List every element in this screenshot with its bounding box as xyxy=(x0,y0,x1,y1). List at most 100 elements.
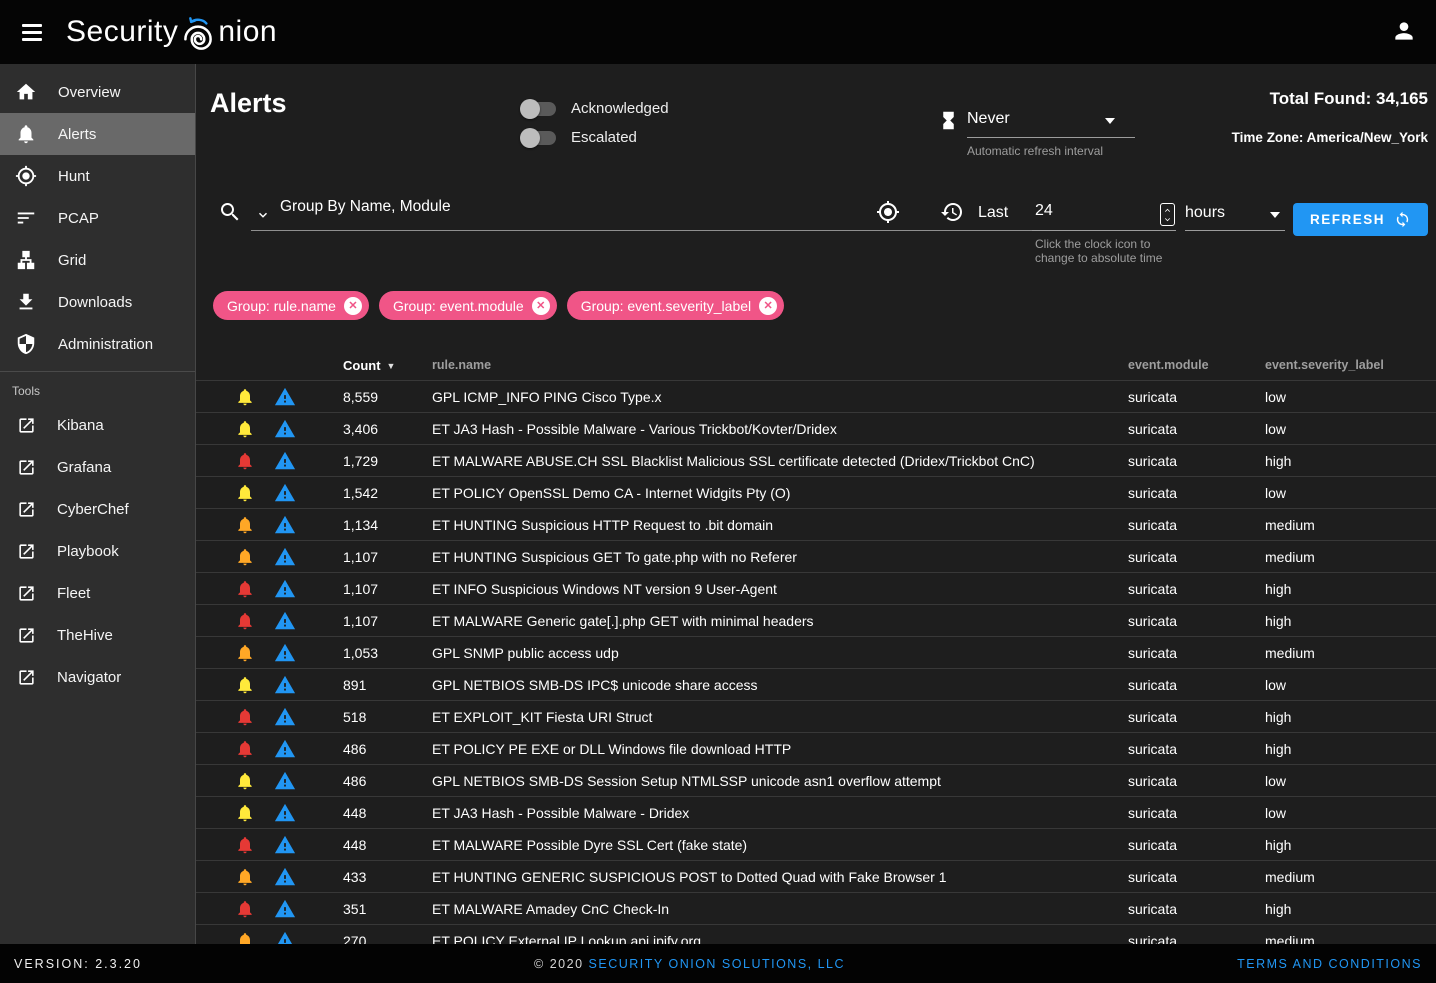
rule-name-cell[interactable]: ET POLICY OpenSSL Demo CA - Internet Wid… xyxy=(432,485,1128,501)
event-module-cell[interactable]: suricata xyxy=(1128,933,1265,945)
alert-bell-icon[interactable] xyxy=(235,899,255,919)
event-module-cell[interactable]: suricata xyxy=(1128,613,1265,629)
rule-name-cell[interactable]: ET HUNTING Suspicious HTTP Request to .b… xyxy=(432,517,1128,533)
event-module-cell[interactable]: suricata xyxy=(1128,581,1265,597)
table-row[interactable]: 448 ET MALWARE Possible Dyre SSL Cert (f… xyxy=(196,828,1436,860)
rule-name-cell[interactable]: ET MALWARE Amadey CnC Check-In xyxy=(432,901,1128,917)
count-cell[interactable]: 486 xyxy=(343,741,432,757)
table-row[interactable]: 486 ET POLICY PE EXE or DLL Windows file… xyxy=(196,732,1436,764)
warning-triangle-icon[interactable] xyxy=(274,802,296,824)
group-by-chip[interactable]: Group: event.severity_label ✕ xyxy=(567,291,784,320)
rule-name-cell[interactable]: ET MALWARE ABUSE.CH SSL Blacklist Malici… xyxy=(432,453,1128,469)
count-cell[interactable]: 8,559 xyxy=(343,389,432,405)
severity-cell[interactable]: low xyxy=(1265,677,1428,693)
alert-bell-icon[interactable] xyxy=(235,515,255,535)
rule-name-cell[interactable]: GPL NETBIOS SMB-DS IPC$ unicode share ac… xyxy=(432,677,1128,693)
event-module-cell[interactable]: suricata xyxy=(1128,741,1265,757)
rule-name-cell[interactable]: ET POLICY External IP Lookup api.ipify.o… xyxy=(432,933,1128,945)
sidebar-item-alerts[interactable]: Alerts xyxy=(0,113,195,155)
severity-cell[interactable]: medium xyxy=(1265,517,1428,533)
severity-cell[interactable]: low xyxy=(1265,389,1428,405)
column-header-count[interactable]: Count▼ xyxy=(343,358,432,373)
warning-triangle-icon[interactable] xyxy=(274,482,296,504)
user-account-icon[interactable] xyxy=(1386,14,1422,50)
count-cell[interactable]: 486 xyxy=(343,773,432,789)
table-row[interactable]: 433 ET HUNTING GENERIC SUSPICIOUS POST t… xyxy=(196,860,1436,892)
count-cell[interactable]: 1,542 xyxy=(343,485,432,501)
event-module-cell[interactable]: suricata xyxy=(1128,805,1265,821)
warning-triangle-icon[interactable] xyxy=(274,386,296,408)
column-header-event-module[interactable]: event.module xyxy=(1128,358,1265,372)
time-unit-select[interactable]: hours xyxy=(1185,204,1225,222)
warning-triangle-icon[interactable] xyxy=(274,738,296,760)
severity-cell[interactable]: medium xyxy=(1265,549,1428,565)
alert-bell-icon[interactable] xyxy=(235,931,255,945)
sidebar-tool-cyberchef[interactable]: CyberChef xyxy=(0,488,195,530)
severity-cell[interactable]: high xyxy=(1265,709,1428,725)
count-cell[interactable]: 1,107 xyxy=(343,613,432,629)
severity-cell[interactable]: high xyxy=(1265,901,1428,917)
time-value-input[interactable] xyxy=(1035,202,1135,220)
table-row[interactable]: 8,559 GPL ICMP_INFO PING Cisco Type.x su… xyxy=(196,380,1436,412)
event-module-cell[interactable]: suricata xyxy=(1128,773,1265,789)
event-module-cell[interactable]: suricata xyxy=(1128,901,1265,917)
alert-bell-icon[interactable] xyxy=(235,611,255,631)
count-cell[interactable]: 270 xyxy=(343,933,432,945)
alert-bell-icon[interactable] xyxy=(235,643,255,663)
event-module-cell[interactable]: suricata xyxy=(1128,709,1265,725)
search-query-input[interactable] xyxy=(280,198,840,216)
severity-cell[interactable]: low xyxy=(1265,773,1428,789)
alert-bell-icon[interactable] xyxy=(235,675,255,695)
count-cell[interactable]: 1,134 xyxy=(343,517,432,533)
close-icon[interactable]: ✕ xyxy=(344,297,362,315)
toggle-switch[interactable] xyxy=(522,102,556,116)
event-module-cell[interactable]: suricata xyxy=(1128,837,1265,853)
group-by-chip[interactable]: Group: event.module ✕ xyxy=(379,291,557,320)
count-cell[interactable]: 1,729 xyxy=(343,453,432,469)
table-row[interactable]: 1,107 ET INFO Suspicious Windows NT vers… xyxy=(196,572,1436,604)
sidebar-item-downloads[interactable]: Downloads xyxy=(0,281,195,323)
sidebar-tool-thehive[interactable]: TheHive xyxy=(0,614,195,656)
count-cell[interactable]: 433 xyxy=(343,869,432,885)
close-icon[interactable]: ✕ xyxy=(532,297,550,315)
warning-triangle-icon[interactable] xyxy=(274,418,296,440)
warning-triangle-icon[interactable] xyxy=(274,514,296,536)
alert-bell-icon[interactable] xyxy=(235,451,255,471)
severity-cell[interactable]: low xyxy=(1265,421,1428,437)
rule-name-cell[interactable]: GPL ICMP_INFO PING Cisco Type.x xyxy=(432,389,1128,405)
table-row[interactable]: 518 ET EXPLOIT_KIT Fiesta URI Struct sur… xyxy=(196,700,1436,732)
event-module-cell[interactable]: suricata xyxy=(1128,645,1265,661)
rule-name-cell[interactable]: ET HUNTING Suspicious GET To gate.php wi… xyxy=(432,549,1128,565)
number-stepper[interactable] xyxy=(1160,203,1175,226)
severity-cell[interactable]: medium xyxy=(1265,645,1428,661)
event-module-cell[interactable]: suricata xyxy=(1128,485,1265,501)
alert-bell-icon[interactable] xyxy=(235,579,255,599)
alert-bell-icon[interactable] xyxy=(235,707,255,727)
alert-bell-icon[interactable] xyxy=(235,483,255,503)
sidebar-tool-playbook[interactable]: Playbook xyxy=(0,530,195,572)
alert-bell-icon[interactable] xyxy=(235,771,255,791)
alert-bell-icon[interactable] xyxy=(235,419,255,439)
severity-cell[interactable]: high xyxy=(1265,581,1428,597)
event-module-cell[interactable]: suricata xyxy=(1128,869,1265,885)
rule-name-cell[interactable]: ET HUNTING GENERIC SUSPICIOUS POST to Do… xyxy=(432,869,1128,885)
table-row[interactable]: 486 GPL NETBIOS SMB-DS Session Setup NTM… xyxy=(196,764,1436,796)
count-cell[interactable]: 3,406 xyxy=(343,421,432,437)
sidebar-item-grid[interactable]: Grid xyxy=(0,239,195,281)
count-cell[interactable]: 518 xyxy=(343,709,432,725)
alert-bell-icon[interactable] xyxy=(235,739,255,759)
severity-cell[interactable]: high xyxy=(1265,837,1428,853)
count-cell[interactable]: 351 xyxy=(343,901,432,917)
rule-name-cell[interactable]: ET EXPLOIT_KIT Fiesta URI Struct xyxy=(432,709,1128,725)
column-header-rule-name[interactable]: rule.name xyxy=(432,358,1128,372)
copyright-link[interactable]: SECURITY ONION SOLUTIONS, LLC xyxy=(589,957,846,971)
event-module-cell[interactable]: suricata xyxy=(1128,453,1265,469)
sidebar-item-administration[interactable]: Administration xyxy=(0,323,195,365)
count-cell[interactable]: 1,107 xyxy=(343,549,432,565)
column-header-severity-label[interactable]: event.severity_label xyxy=(1265,358,1428,372)
severity-cell[interactable]: low xyxy=(1265,805,1428,821)
warning-triangle-icon[interactable] xyxy=(274,642,296,664)
table-row[interactable]: 3,406 ET JA3 Hash - Possible Malware - V… xyxy=(196,412,1436,444)
history-clock-icon[interactable] xyxy=(940,200,964,224)
alert-bell-icon[interactable] xyxy=(235,387,255,407)
